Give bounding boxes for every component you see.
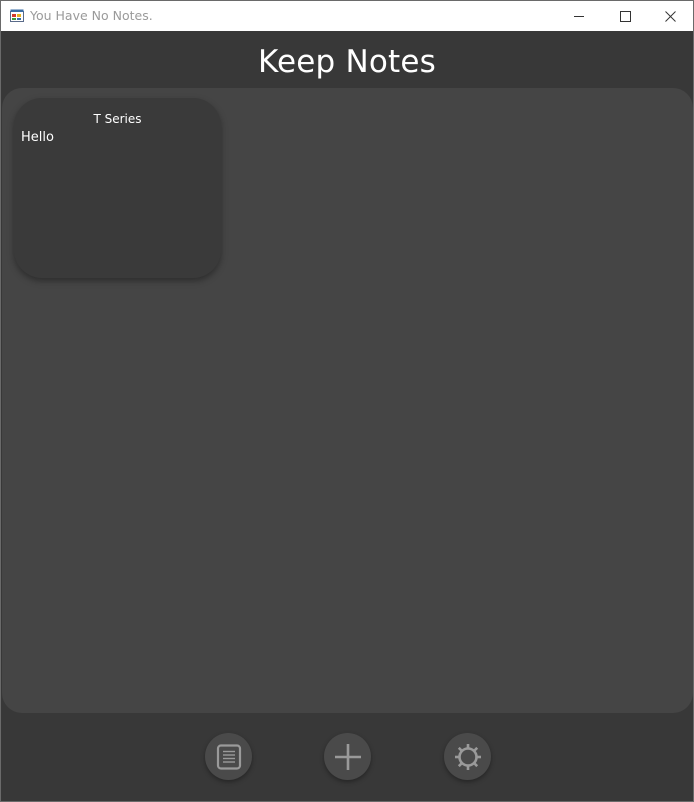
maximize-icon [619, 10, 631, 22]
app-window: You Have No Notes. Keep Notes T Series H… [0, 0, 694, 802]
add-note-button[interactable] [324, 733, 371, 780]
plus-icon [334, 743, 361, 770]
note-body: Hello [21, 130, 54, 145]
close-button[interactable] [647, 1, 693, 31]
notes-list-icon [216, 743, 241, 770]
app-title: Keep Notes [258, 44, 436, 80]
notes-list-button[interactable] [205, 733, 252, 780]
app-icon [10, 9, 24, 22]
maximize-button[interactable] [602, 1, 648, 31]
notes-panel: T Series Hello [2, 88, 693, 713]
title-bar[interactable]: You Have No Notes. [1, 1, 693, 31]
gear-icon [454, 743, 481, 770]
settings-button[interactable] [444, 733, 491, 780]
window-title: You Have No Notes. [30, 8, 153, 23]
close-icon [664, 10, 676, 22]
minimize-icon [573, 15, 584, 17]
minimize-button[interactable] [556, 1, 602, 31]
note-card[interactable]: T Series Hello [14, 98, 221, 278]
note-title: T Series [93, 112, 142, 126]
